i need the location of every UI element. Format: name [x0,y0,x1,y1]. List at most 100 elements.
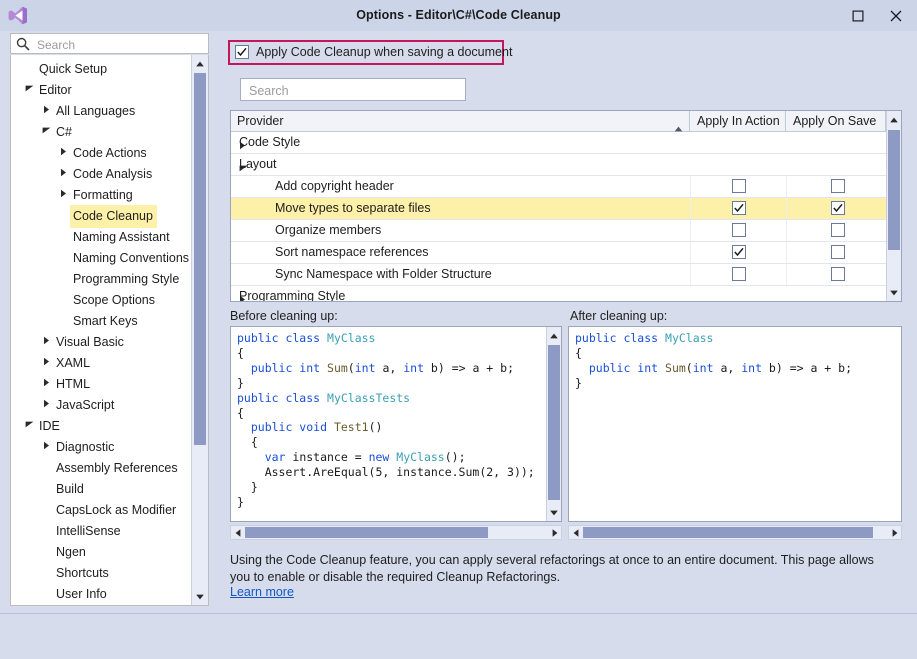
close-button[interactable] [877,0,915,31]
after-hscroll-right-icon[interactable] [888,526,901,539]
chevron-down-icon[interactable] [23,79,36,100]
sidebar-item-all-languages[interactable]: All Languages [11,100,191,121]
sidebar-item-formatting[interactable]: Formatting [11,184,191,205]
sidebar-item-smart-keys[interactable]: Smart Keys [11,310,191,331]
table-row[interactable]: Programming Style [231,286,886,302]
apply-on-save-checkbox[interactable] [831,267,845,281]
table-row[interactable]: Sort namespace references [231,242,886,264]
table-row[interactable]: Layout [231,154,886,176]
chevron-right-icon[interactable] [57,163,70,184]
column-divider [690,264,691,285]
sidebar-item-naming-conventions[interactable]: Naming Conventions [11,247,191,268]
sidebar-item-build[interactable]: Build [11,478,191,499]
table-scrollbar-thumb[interactable] [888,130,900,250]
provider-name: Sort namespace references [275,242,429,263]
apply-in-action-checkbox[interactable] [732,245,746,259]
after-hscroll-thumb[interactable] [583,527,873,538]
description-text: Using the Code Cleanup feature, you can … [230,552,890,586]
sidebar-item-editor[interactable]: Editor [11,79,191,100]
sidebar-item-label: IntelliSense [53,520,125,543]
before-hscroll-left-icon[interactable] [231,526,244,539]
sidebar-item-code-cleanup[interactable]: Code Cleanup [11,205,191,226]
chevron-right-icon[interactable] [40,352,53,373]
sidebar-item-user-info[interactable]: User Info [11,583,191,604]
sidebar-item-scope-options[interactable]: Scope Options [11,289,191,310]
apply-code-cleanup-on-save-checkbox[interactable]: Apply Code Cleanup when saving a documen… [235,45,512,59]
column-divider [786,264,787,285]
chevron-right-icon[interactable] [57,142,70,163]
before-hscroll-thumb[interactable] [245,527,488,538]
sidebar-item-quick-setup[interactable]: Quick Setup [11,58,191,79]
sidebar-item-programming-style[interactable]: Programming Style [11,268,191,289]
table-row[interactable]: Move types to separate files [231,198,886,220]
sidebar-item-label: Scope Options [70,289,159,312]
chevron-right-icon[interactable] [40,394,53,415]
table-scroll-down-icon[interactable] [887,284,901,301]
apply-in-action-checkbox[interactable] [732,223,746,237]
after-hscroll-left-icon[interactable] [569,526,582,539]
column-header-apply-on-save[interactable]: Apply On Save [786,111,886,131]
sidebar-item-code-actions[interactable]: Code Actions [11,142,191,163]
scroll-up-icon[interactable] [192,55,208,72]
sidebar-item-assembly-references[interactable]: Assembly References [11,457,191,478]
sidebar-item-capslock-as-modifier[interactable]: CapsLock as Modifier [11,499,191,520]
table-row[interactable]: Add copyright header [231,176,886,198]
before-code-vscrollbar[interactable] [546,327,561,521]
checkbox-box[interactable] [235,45,249,59]
table-scroll-up-icon[interactable] [887,111,901,128]
apply-in-action-checkbox[interactable] [732,179,746,193]
chevron-down-icon [25,421,34,428]
table-row[interactable]: Code Style [231,132,886,154]
sidebar-item-label: HTML [53,373,94,396]
sidebar-scrollbar[interactable] [191,55,208,605]
chevron-right-icon[interactable] [40,436,53,457]
sidebar-search-box[interactable] [10,33,209,54]
sidebar-item-naming-assistant[interactable]: Naming Assistant [11,226,191,247]
apply-in-action-checkbox[interactable] [732,267,746,281]
provider-search-input[interactable] [247,79,461,102]
apply-on-save-checkbox[interactable] [831,179,845,193]
chevron-down-icon [25,85,34,92]
after-code-hscrollbar[interactable] [568,525,902,540]
sidebar-item-label: Code Cleanup [70,205,157,228]
column-header-provider[interactable]: Provider [231,111,690,131]
sidebar-item-label: User Info [53,583,111,606]
chevron-right-icon [60,147,67,156]
apply-in-action-checkbox[interactable] [732,201,746,215]
table-row[interactable]: Organize members [231,220,886,242]
sidebar-item-shortcuts[interactable]: Shortcuts [11,562,191,583]
sidebar-item-javascript[interactable]: JavaScript [11,394,191,415]
sidebar-item-c[interactable]: C# [11,121,191,142]
apply-on-save-checkbox[interactable] [831,245,845,259]
learn-more-link[interactable]: Learn more [230,585,294,599]
apply-on-save-checkbox[interactable] [831,223,845,237]
sidebar-item-xaml[interactable]: XAML [11,352,191,373]
sidebar-item-visual-basic[interactable]: Visual Basic [11,331,191,352]
before-vscroll-thumb[interactable] [548,345,560,500]
table-scrollbar[interactable] [886,111,901,301]
before-scroll-down-icon[interactable] [547,504,561,521]
sidebar-item-code-analysis[interactable]: Code Analysis [11,163,191,184]
chevron-right-icon[interactable] [40,100,53,121]
before-hscroll-right-icon[interactable] [548,526,561,539]
provider-search-box[interactable] [240,78,466,101]
sidebar-search-input[interactable] [35,34,209,55]
sidebar-item-diagnostic[interactable]: Diagnostic [11,436,191,457]
chevron-down-icon[interactable] [40,121,53,142]
chevron-down-icon[interactable] [23,415,36,436]
before-scroll-up-icon[interactable] [547,327,561,344]
sidebar-item-intellisense[interactable]: IntelliSense [11,520,191,541]
apply-on-save-checkbox[interactable] [831,201,845,215]
table-row[interactable]: Sync Namespace with Folder Structure [231,264,886,286]
chevron-right-icon[interactable] [40,331,53,352]
column-header-apply-in-action[interactable]: Apply In Action [690,111,786,131]
maximize-button[interactable] [839,0,877,31]
scroll-down-icon[interactable] [192,588,208,605]
chevron-right-icon[interactable] [40,373,53,394]
sidebar-item-html[interactable]: HTML [11,373,191,394]
sidebar-item-ngen[interactable]: Ngen [11,541,191,562]
before-code-hscrollbar[interactable] [230,525,562,540]
sidebar-item-ide[interactable]: IDE [11,415,191,436]
sidebar-scrollbar-thumb[interactable] [194,73,206,445]
chevron-right-icon[interactable] [57,184,70,205]
